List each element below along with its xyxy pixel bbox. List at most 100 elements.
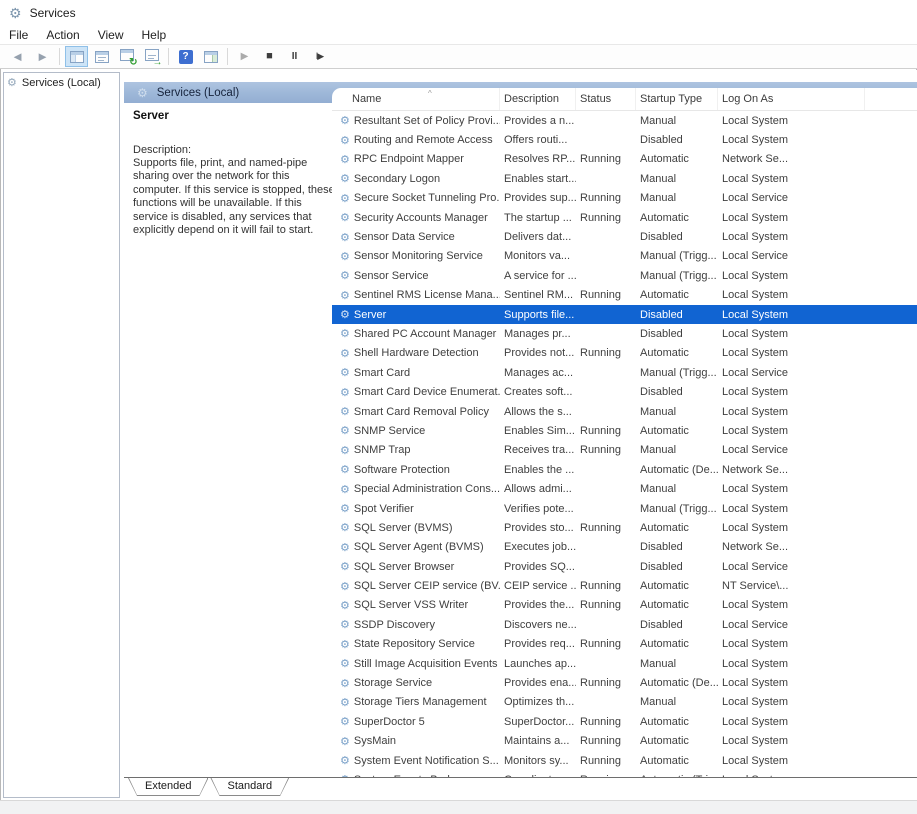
service-description: Manages ac... (500, 367, 576, 379)
table-row[interactable]: ⚙ SQL Server CEIP service (BV... CEIP se… (332, 576, 917, 595)
table-row[interactable]: ⚙ SSDP Discovery Discovers ne... Disable… (332, 615, 917, 634)
restart-service-button[interactable]: I▶ (308, 46, 331, 67)
service-description: Delivers dat... (500, 231, 576, 243)
table-row[interactable]: ⚙ Secondary Logon Enables start... Manua… (332, 169, 917, 188)
service-status: Running (576, 522, 636, 534)
service-log-on-as: Local System (718, 289, 865, 301)
service-gear-icon: ⚙ (340, 172, 350, 185)
service-name: SQL Server CEIP service (BV... (354, 580, 500, 592)
service-startup-type: Automatic (636, 522, 718, 534)
show-console-tree-button[interactable] (65, 46, 88, 67)
table-row[interactable]: ⚙ Secure Socket Tunneling Pro... Provide… (332, 189, 917, 208)
table-row[interactable]: ⚙ Sentinel RMS License Mana... Sentinel … (332, 286, 917, 305)
table-row[interactable]: ⚙ SQL Server Browser Provides SQ... Disa… (332, 557, 917, 576)
menu-item[interactable]: File (9, 28, 28, 42)
column-header-status[interactable]: Status (576, 88, 636, 110)
service-description: Creates soft... (500, 386, 576, 398)
export-list-button[interactable]: → (140, 46, 163, 67)
table-row[interactable]: ⚙ SQL Server (BVMS) Provides sto... Runn… (332, 518, 917, 537)
service-startup-type: Manual (636, 406, 718, 418)
table-row[interactable]: ⚙ Sensor Service A service for ... Manua… (332, 266, 917, 285)
table-row[interactable]: ⚙ Software Protection Enables the ... Au… (332, 460, 917, 479)
table-row[interactable]: ⚙ Resultant Set of Policy Provi... Provi… (332, 111, 917, 130)
table-row[interactable]: ⚙ Storage Tiers Management Optimizes th.… (332, 693, 917, 712)
service-log-on-as: Local System (718, 503, 865, 515)
service-name: Server (354, 309, 386, 321)
show-action-pane-button[interactable] (199, 46, 222, 67)
service-name: Spot Verifier (354, 503, 414, 515)
table-row[interactable]: ⚙ Routing and Remote Access Offers routi… (332, 130, 917, 149)
help-button[interactable]: ? (174, 46, 197, 67)
service-gear-icon: ⚙ (340, 483, 350, 496)
properties-button[interactable] (90, 46, 113, 67)
menu-item[interactable]: Action (46, 28, 79, 42)
forward-button[interactable]: ► (31, 46, 54, 67)
service-description: Provides sto... (500, 522, 576, 534)
view-tab[interactable]: Standard (210, 778, 289, 796)
service-status: Running (576, 153, 636, 165)
column-header-log-on-as[interactable]: Log On As (718, 88, 865, 110)
table-row[interactable]: ⚙ System Event Notification S... Monitor… (332, 751, 917, 770)
table-row[interactable]: ⚙ Smart Card Manages ac... Manual (Trigg… (332, 363, 917, 382)
table-row[interactable]: ⚙ Spot Verifier Verifies pote... Manual … (332, 499, 917, 518)
service-description: Provides SQ... (500, 561, 576, 573)
service-name: RPC Endpoint Mapper (354, 153, 464, 165)
view-tab[interactable]: Extended (128, 778, 208, 796)
table-row[interactable]: ⚙ Still Image Acquisition Events Launche… (332, 654, 917, 673)
menu-item[interactable]: View (98, 28, 124, 42)
table-row[interactable]: ⚙ SysMain Maintains a... Running Automat… (332, 732, 917, 751)
tree-item-services-local[interactable]: ⚙ Services (Local) (4, 73, 119, 92)
service-gear-icon: ⚙ (340, 696, 350, 709)
table-row[interactable]: ⚙ Security Accounts Manager The startup … (332, 208, 917, 227)
menu-item[interactable]: Help (142, 28, 167, 42)
table-row[interactable]: ⚙ Storage Service Provides ena... Runnin… (332, 673, 917, 692)
service-description: Provides the... (500, 599, 576, 611)
description-label: Description: (133, 144, 339, 156)
stop-service-button[interactable]: ■ (258, 46, 281, 67)
table-row[interactable]: ⚙ Sensor Data Service Delivers dat... Di… (332, 227, 917, 246)
table-row[interactable]: ⚙ SNMP Trap Receives tra... Running Manu… (332, 441, 917, 460)
table-row[interactable]: ⚙ System Events Broker Coordinates... Ru… (332, 770, 917, 777)
table-row[interactable]: ⚙ Shared PC Account Manager Manages pr..… (332, 324, 917, 343)
column-header-name[interactable]: Name (340, 88, 500, 110)
table-row[interactable]: ⚙ Shell Hardware Detection Provides not.… (332, 344, 917, 363)
service-startup-type: Automatic (636, 599, 718, 611)
service-status: Running (576, 735, 636, 747)
pause-service-button[interactable]: II (283, 46, 306, 67)
table-row[interactable]: ⚙ Special Administration Cons... Allows … (332, 479, 917, 498)
service-description: Provides sup... (500, 192, 576, 204)
service-startup-type: Automatic (De... (636, 464, 718, 476)
service-gear-icon: ⚙ (340, 638, 350, 651)
table-row[interactable]: ⚙ SNMP Service Enables Sim... Running Au… (332, 421, 917, 440)
service-log-on-as: Local Service (718, 192, 865, 204)
service-log-on-as: Local System (718, 309, 865, 321)
table-row[interactable]: ⚙ Server Supports file... Disabled Local… (332, 305, 917, 324)
service-status: Running (576, 444, 636, 456)
table-row[interactable]: ⚙ Smart Card Removal Policy Allows the s… (332, 402, 917, 421)
service-startup-type: Automatic (636, 638, 718, 650)
service-log-on-as: Local Service (718, 619, 865, 631)
service-description: Offers routi... (500, 134, 576, 146)
pane-header-title: Services (Local) (157, 87, 239, 99)
table-row[interactable]: ⚙ SuperDoctor 5 SuperDoctor... Running A… (332, 712, 917, 731)
table-row[interactable]: ⚙ SQL Server VSS Writer Provides the... … (332, 596, 917, 615)
service-log-on-as: Local Service (718, 250, 865, 262)
table-row[interactable]: ⚙ SQL Server Agent (BVMS) Executes job..… (332, 538, 917, 557)
service-description: The startup ... (500, 212, 576, 224)
back-button[interactable]: ◄ (6, 46, 29, 67)
service-description: Provides not... (500, 347, 576, 359)
window-title: Services (30, 6, 76, 20)
table-row[interactable]: ⚙ RPC Endpoint Mapper Resolves RP... Run… (332, 150, 917, 169)
table-row[interactable]: ⚙ Smart Card Device Enumerat... Creates … (332, 382, 917, 401)
service-name: Special Administration Cons... (354, 483, 500, 495)
restart-service-icon: I▶ (316, 52, 323, 61)
column-header-description[interactable]: Description (500, 88, 576, 110)
service-gear-icon: ⚙ (340, 153, 350, 166)
service-gear-icon: ⚙ (340, 308, 350, 321)
start-service-button[interactable]: ▶ (233, 46, 256, 67)
column-header-startup-type[interactable]: Startup Type (636, 88, 718, 110)
refresh-button[interactable]: ↻ (115, 46, 138, 67)
services-node-icon: ⚙ (7, 76, 17, 89)
table-row[interactable]: ⚙ State Repository Service Provides req.… (332, 635, 917, 654)
table-row[interactable]: ⚙ Sensor Monitoring Service Monitors va.… (332, 247, 917, 266)
